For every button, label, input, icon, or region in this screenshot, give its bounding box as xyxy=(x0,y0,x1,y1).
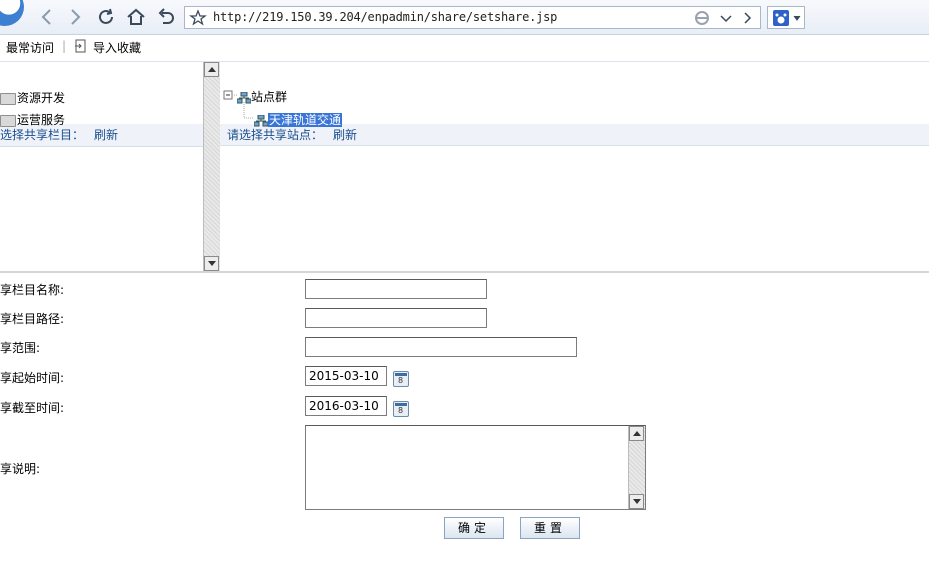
go-forward-icon[interactable] xyxy=(739,9,757,27)
tree-item-label[interactable]: 运营服务 xyxy=(17,113,65,127)
column-tree-scrollbar[interactable] xyxy=(203,62,220,271)
calendar-digit: 8 xyxy=(398,376,404,385)
bookmark-most-visited[interactable]: 最常访问 xyxy=(6,39,54,56)
column-tree-pane: 选择共享栏目： 刷新 资源开发 运营服务 xyxy=(0,62,203,271)
share-scope-input[interactable] xyxy=(305,337,577,357)
column-refresh-link[interactable]: 刷新 xyxy=(94,128,118,142)
folder-icon xyxy=(0,114,16,127)
tree-item-column[interactable]: 运营服务 xyxy=(0,111,65,128)
calendar-icon[interactable]: 8 xyxy=(393,371,409,387)
site-refresh-link[interactable]: 刷新 xyxy=(333,128,357,142)
dropdown-icon[interactable] xyxy=(717,9,735,27)
tree-node-label-selected[interactable]: 天津轨道交通 xyxy=(268,113,343,127)
share-path-input[interactable] xyxy=(305,308,487,328)
network-icon xyxy=(254,114,268,126)
baidu-extension-button[interactable] xyxy=(767,6,805,29)
home-icon[interactable] xyxy=(125,6,147,28)
scroll-up-button[interactable] xyxy=(204,62,219,77)
ie-compat-icon[interactable] xyxy=(693,9,711,27)
share-path-label: 享栏目路径: xyxy=(0,312,65,326)
share-name-input[interactable] xyxy=(305,279,487,299)
bookmark-import[interactable]: 导入收藏 xyxy=(93,39,141,56)
tree-node-label[interactable]: 站点群 xyxy=(251,90,287,104)
bookmarks-bar: 最常访问 | 导入收藏 xyxy=(0,35,929,62)
browser-toolbar: http://219.150.39.204/enpadmin/share/set… xyxy=(0,0,929,35)
start-time-input[interactable] xyxy=(305,366,387,386)
column-tree-title: 选择共享栏目： xyxy=(0,128,85,142)
calendar-digit: 8 xyxy=(398,406,404,415)
start-time-label: 享起始时间: xyxy=(0,371,65,385)
share-name-label: 享栏目名称: xyxy=(0,283,65,297)
end-time-label: 享截至时间: xyxy=(0,401,65,415)
scroll-up-button[interactable] xyxy=(629,426,644,441)
tree-node-site-group[interactable]: 站点群 xyxy=(237,88,287,105)
share-scope-label: 享范围: xyxy=(0,341,41,355)
reset-button[interactable]: 重置 xyxy=(520,517,580,539)
star-icon[interactable] xyxy=(189,9,207,27)
site-tree-pane: 请选择共享站点： 刷新 站点群 天津轨道交通 xyxy=(220,62,929,271)
address-bar[interactable]: http://219.150.39.204/enpadmin/share/set… xyxy=(184,6,761,29)
end-time-input[interactable] xyxy=(305,396,387,416)
back-icon[interactable] xyxy=(36,6,58,28)
network-icon xyxy=(237,91,251,103)
scroll-down-button[interactable] xyxy=(204,256,219,271)
pane-divider xyxy=(0,271,929,273)
address-url[interactable]: http://219.150.39.204/enpadmin/share/set… xyxy=(213,10,557,24)
site-tree-title: 请选择共享站点： xyxy=(227,128,324,142)
scroll-down-button[interactable] xyxy=(629,494,644,509)
description-label: 享说明: xyxy=(0,462,41,476)
calendar-icon[interactable]: 8 xyxy=(393,401,409,417)
tree-item-label[interactable]: 资源开发 xyxy=(17,91,65,105)
import-icon[interactable] xyxy=(74,39,88,56)
forward-icon[interactable] xyxy=(64,6,86,28)
confirm-button[interactable]: 确定 xyxy=(444,517,504,539)
refresh-icon[interactable] xyxy=(95,6,117,28)
undo-icon[interactable] xyxy=(155,6,177,28)
textarea-scrollbar[interactable] xyxy=(628,426,645,509)
folder-icon xyxy=(0,92,16,105)
tree-item-column[interactable]: 资源开发 xyxy=(0,89,65,106)
description-textarea[interactable] xyxy=(305,425,646,510)
bookmark-separator: | xyxy=(62,39,67,53)
tree-node-site[interactable]: 天津轨道交通 xyxy=(254,111,343,128)
browser-logo-icon xyxy=(0,0,24,26)
